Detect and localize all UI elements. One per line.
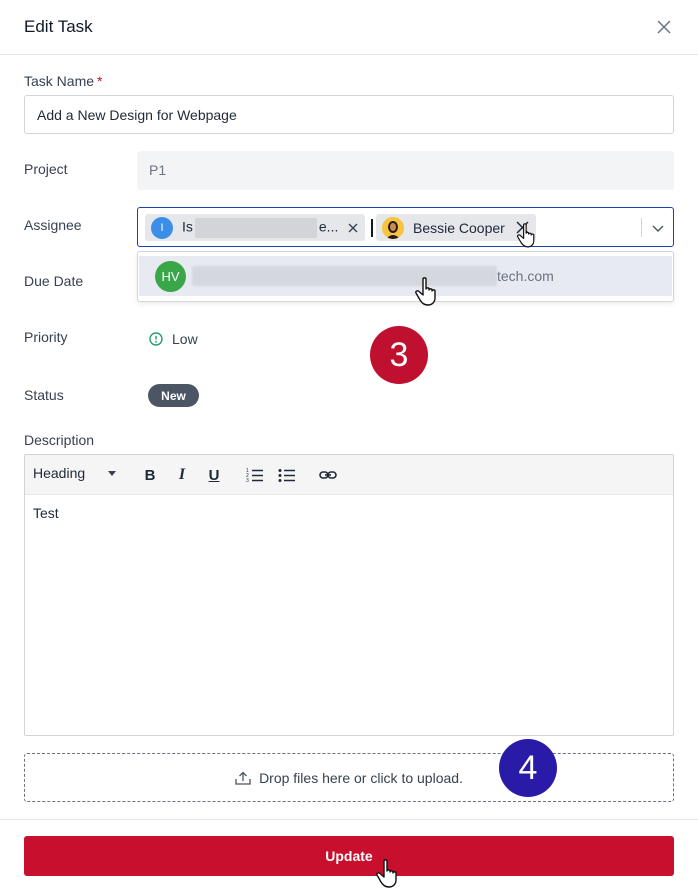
- avatar: [382, 216, 404, 239]
- close-icon: [657, 20, 671, 34]
- underline-button[interactable]: U: [205, 466, 223, 484]
- avatar: HV: [155, 260, 186, 292]
- task-name-label: Task Name *: [24, 73, 103, 89]
- bullet-list-icon: [278, 469, 295, 482]
- avatar: I: [151, 216, 173, 239]
- editor-toolbar: Heading B I U 123: [25, 455, 673, 495]
- upload-icon: [235, 771, 251, 785]
- close-button[interactable]: [654, 17, 674, 37]
- bold-icon: B: [144, 466, 156, 484]
- required-mark: *: [97, 73, 103, 89]
- svg-text:3: 3: [246, 478, 249, 484]
- modal-title: Edit Task: [24, 17, 93, 36]
- remove-chip-icon[interactable]: [347, 222, 359, 234]
- bold-button[interactable]: B: [141, 466, 159, 484]
- info-circle-icon: [149, 332, 163, 346]
- italic-button[interactable]: I: [173, 466, 191, 484]
- assignee-dropdown: HV tech.com: [137, 251, 674, 302]
- italic-icon: I: [178, 466, 186, 483]
- redacted-text: [192, 266, 497, 286]
- step-4-badge: 4: [499, 739, 557, 797]
- dropzone-text: Drop files here or click to upload.: [259, 769, 463, 786]
- link-button[interactable]: [319, 466, 337, 484]
- chevron-down-icon[interactable]: [651, 221, 665, 235]
- task-name-input[interactable]: [24, 95, 674, 134]
- assignee-chip-label: Is e...: [182, 217, 338, 238]
- file-dropzone[interactable]: Drop files here or click to upload.: [24, 753, 674, 802]
- assignee-chip-label: Bessie Cooper: [413, 219, 505, 236]
- ordered-list-button[interactable]: 123: [246, 466, 264, 484]
- footer-divider: [0, 819, 698, 820]
- user-photo-icon: [382, 216, 404, 239]
- assignee-chip: I Is e...: [145, 214, 365, 241]
- due-date-label: Due Date: [24, 273, 84, 289]
- remove-chip-icon[interactable]: [516, 221, 529, 234]
- project-field: P1: [137, 151, 674, 190]
- option-email-suffix: tech.com: [497, 268, 554, 284]
- description-editor[interactable]: Heading B I U 123 Test: [24, 454, 674, 736]
- dropdown-option[interactable]: HV tech.com: [139, 256, 672, 296]
- editor-content: Test: [33, 505, 59, 521]
- priority-text: Low: [172, 331, 198, 347]
- project-label: Project: [24, 161, 68, 177]
- underline-icon: U: [208, 466, 220, 484]
- update-button[interactable]: Update: [24, 836, 674, 876]
- redacted-text: [194, 217, 317, 238]
- priority-label: Priority: [24, 329, 68, 345]
- modal-header: Edit Task: [0, 0, 698, 55]
- status-badge[interactable]: New: [148, 384, 199, 407]
- status-label: Status: [24, 387, 64, 403]
- assignee-label: Assignee: [24, 217, 82, 233]
- description-label: Description: [24, 432, 95, 448]
- link-icon: [319, 471, 337, 479]
- text-caret: [371, 219, 373, 237]
- control-separator: [641, 218, 642, 237]
- caret-down-icon: [108, 471, 117, 476]
- heading-select[interactable]: Heading: [33, 465, 117, 481]
- bullet-list-button[interactable]: [278, 466, 296, 484]
- priority-value[interactable]: Low: [149, 331, 198, 347]
- assignee-select[interactable]: I Is e... Bessie Cooper: [137, 207, 674, 247]
- step-3-badge: 3: [370, 326, 428, 384]
- assignee-chip-bessie: Bessie Cooper: [376, 214, 536, 241]
- ordered-list-icon: 123: [246, 468, 263, 484]
